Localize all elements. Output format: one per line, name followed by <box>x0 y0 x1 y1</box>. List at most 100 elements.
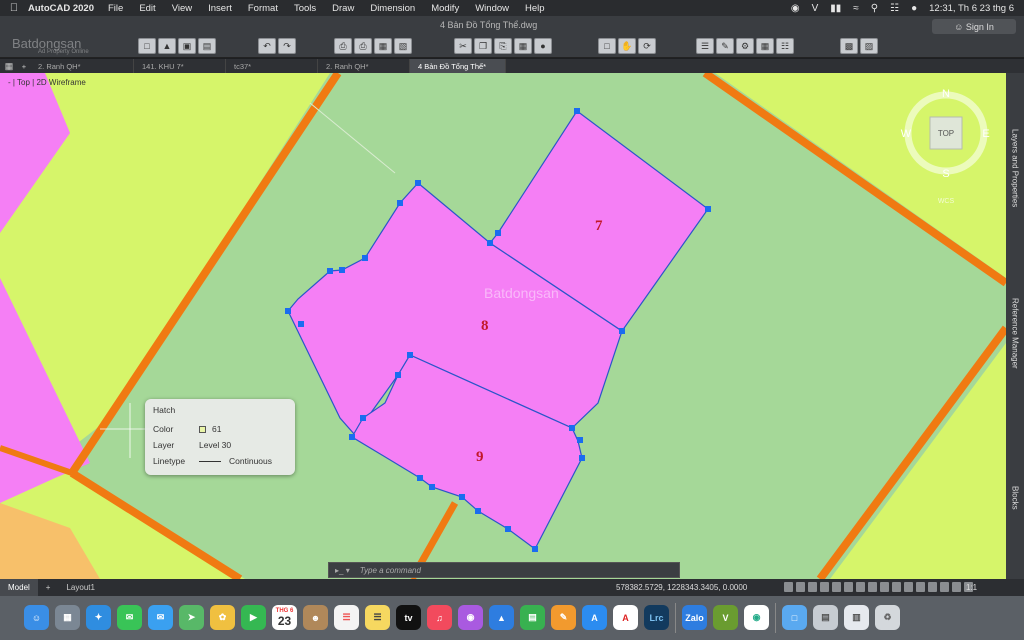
app-store-icon[interactable]: A <box>582 605 607 630</box>
publish-icon[interactable]: ▦ <box>374 38 392 54</box>
menu-window[interactable]: Window <box>475 3 509 14</box>
vectorworks-icon[interactable]: V <box>812 3 819 14</box>
selection-cycle-icon[interactable] <box>880 582 889 592</box>
grid-toggle-icon[interactable] <box>784 582 793 592</box>
grip[interactable] <box>429 484 435 490</box>
menu-help[interactable]: Help <box>525 3 545 14</box>
viewcube-east[interactable]: E <box>982 128 989 140</box>
menu-view[interactable]: View <box>172 3 192 14</box>
lineweight-toggle-icon[interactable] <box>856 582 865 592</box>
grip[interactable] <box>619 328 625 334</box>
sheet-icon[interactable]: ▧ <box>394 38 412 54</box>
battery-icon[interactable]: ▮▮ <box>830 3 841 14</box>
cut-icon[interactable]: ✂ <box>454 38 472 54</box>
ortho-toggle-icon[interactable] <box>808 582 817 592</box>
autocad-icon[interactable]: A <box>613 605 638 630</box>
menu-modify[interactable]: Modify <box>431 3 459 14</box>
notes-icon[interactable]: ☰ <box>365 605 390 630</box>
save-as-icon[interactable]: ▤ <box>198 38 216 54</box>
chrome-icon[interactable]: ◉ <box>744 605 769 630</box>
open-file-icon[interactable]: ▲ <box>158 38 176 54</box>
tab-layout1[interactable]: Layout1 <box>58 579 102 596</box>
block-icon[interactable]: ▩ <box>840 38 858 54</box>
undo-icon[interactable]: ↶ <box>258 38 276 54</box>
grip[interactable] <box>459 494 465 500</box>
launchpad-icon[interactable]: ▦ <box>55 605 80 630</box>
match-icon[interactable]: ▦ <box>514 38 532 54</box>
grip[interactable] <box>395 372 401 378</box>
command-prompt-icon[interactable]: ▸_ ▾ <box>335 566 350 575</box>
control-center-icon[interactable]: ☷ <box>890 3 899 14</box>
annotation-scale[interactable]: 1:1 <box>966 583 977 592</box>
contacts-icon[interactable]: ☻ <box>303 605 328 630</box>
orbit-icon[interactable]: ⟳ <box>638 38 656 54</box>
grip[interactable] <box>569 425 575 431</box>
files-icon[interactable]: ▤ <box>813 605 838 630</box>
layer-icon[interactable]: ● <box>534 38 552 54</box>
calculator-icon[interactable]: ☷ <box>776 38 794 54</box>
command-line[interactable]: ▸_ ▾ Type a command <box>328 562 680 578</box>
isolate-icon[interactable] <box>916 582 925 592</box>
design-center-icon[interactable]: ⚙ <box>736 38 754 54</box>
app-name[interactable]: AutoCAD 2020 <box>28 3 94 14</box>
redo-icon[interactable]: ↷ <box>278 38 296 54</box>
grip[interactable] <box>574 108 580 114</box>
tv-icon[interactable]: tv <box>396 605 421 630</box>
grip[interactable] <box>298 321 304 327</box>
palette-layers[interactable]: Layers and Properties <box>1006 93 1024 243</box>
finder-icon[interactable]: ☺ <box>24 605 49 630</box>
viewcube-south[interactable]: S <box>942 168 949 180</box>
tab-ranh-qh[interactable]: 2. Ranh QH* <box>30 59 134 73</box>
numbers-icon[interactable]: ▤ <box>520 605 545 630</box>
match-properties-icon[interactable]: ✎ <box>716 38 734 54</box>
viewcube-north[interactable]: N <box>942 88 950 100</box>
vectorworks-app-icon[interactable]: V <box>713 605 738 630</box>
podcasts-icon[interactable]: ◉ <box>458 605 483 630</box>
osnap-toggle-icon[interactable] <box>832 582 841 592</box>
transparency-toggle-icon[interactable] <box>868 582 877 592</box>
menu-draw[interactable]: Draw <box>332 3 354 14</box>
grip[interactable] <box>362 255 368 261</box>
tab-ranh-qh-2[interactable]: 2. Ranh QH* <box>318 59 410 73</box>
menu-file[interactable]: File <box>108 3 123 14</box>
tab-model[interactable]: Model <box>0 579 38 596</box>
viewcube-west[interactable]: W <box>901 128 912 140</box>
save-icon[interactable]: ▣ <box>178 38 196 54</box>
insert-block-icon[interactable]: ▨ <box>860 38 878 54</box>
preview-icon[interactable]: ▥ <box>844 605 869 630</box>
clock[interactable]: 12:31, Th 6 23 thg 6 <box>929 3 1014 14</box>
apple-icon[interactable]:  <box>0 2 28 14</box>
tool-palette-icon[interactable]: ▦ <box>756 38 774 54</box>
reminders-icon[interactable]: ☰ <box>334 605 359 630</box>
palette-reference-manager[interactable]: Reference Manager <box>1006 273 1024 393</box>
tab-khu-7[interactable]: 141. KHU 7* <box>134 59 226 73</box>
snap-toggle-icon[interactable] <box>796 582 805 592</box>
viewport-controls[interactable]: - | Top | 2D Wireframe <box>8 78 86 87</box>
grip[interactable] <box>577 437 583 443</box>
menu-dimension[interactable]: Dimension <box>370 3 415 14</box>
music-icon[interactable]: ♫ <box>427 605 452 630</box>
pan-icon[interactable]: ✋ <box>618 38 636 54</box>
drawing-canvas[interactable]: 7 8 9 Batdongsan TOP N S E W WCS - | Top… <box>0 73 1006 579</box>
tab-tc37[interactable]: tc37* <box>226 59 318 73</box>
tab-ban-do-tong-the[interactable]: 4 Bản Đồ Tổng Thể* <box>410 59 506 73</box>
siri-icon[interactable]: ● <box>911 3 917 14</box>
grip[interactable] <box>407 352 413 358</box>
safari-icon[interactable]: ✦ <box>86 605 111 630</box>
start-grid-icon[interactable]: ▦ <box>0 61 18 72</box>
grip[interactable] <box>349 434 355 440</box>
zalo-icon[interactable]: Zalo <box>682 605 707 630</box>
grip[interactable] <box>339 267 345 273</box>
creative-cloud-icon[interactable]: ◉ <box>791 3 800 14</box>
customize-icon[interactable] <box>928 582 937 592</box>
menu-edit[interactable]: Edit <box>139 3 155 14</box>
facetime-icon[interactable]: ▶ <box>241 605 266 630</box>
zoom-window-icon[interactable]: □ <box>598 38 616 54</box>
drawing-svg[interactable]: 7 8 9 Batdongsan TOP N S E W WCS <box>0 73 1006 579</box>
grip[interactable] <box>397 200 403 206</box>
grip[interactable] <box>505 526 511 532</box>
maps-icon[interactable]: ➤ <box>179 605 204 630</box>
lightroom-icon[interactable]: Lrc <box>644 605 669 630</box>
menu-tools[interactable]: Tools <box>294 3 316 14</box>
add-layout-icon[interactable]: + <box>38 579 59 596</box>
